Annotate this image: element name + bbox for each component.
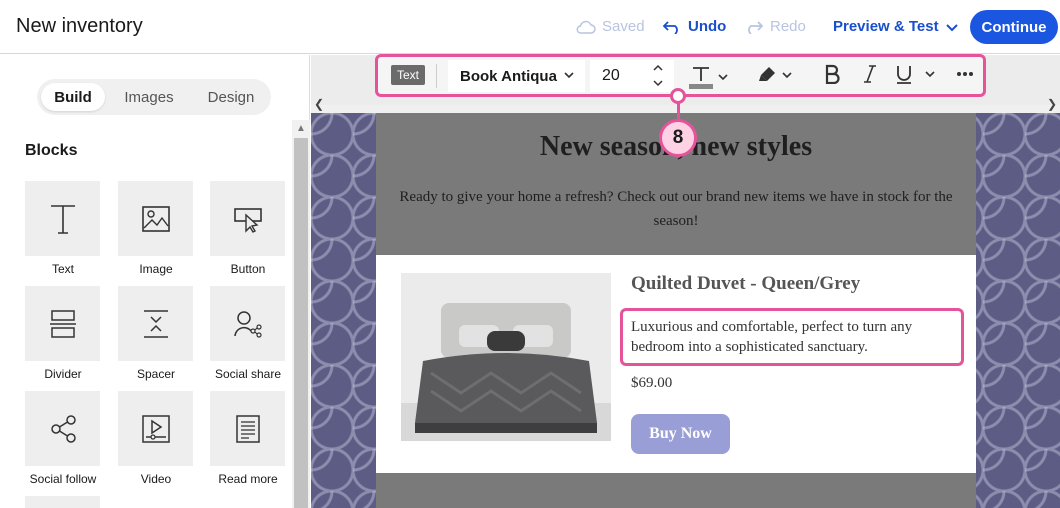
undo-label: Undo — [688, 18, 727, 35]
block-label: Read more — [218, 472, 278, 486]
block-button[interactable]: Button — [210, 181, 285, 276]
toolbar-divider — [436, 64, 437, 88]
stepper-arrows[interactable] — [652, 62, 664, 89]
chevron-down-icon — [564, 72, 574, 79]
redo-button[interactable]: Redo — [744, 18, 806, 35]
chevron-down-icon[interactable] — [652, 77, 664, 89]
video-icon — [141, 414, 170, 443]
more-icon — [957, 72, 973, 76]
text-icon — [50, 204, 75, 234]
undo-icon — [662, 20, 678, 34]
font-family-value: Book Antiqua — [460, 67, 557, 85]
scroll-left-icon[interactable]: ❮ — [314, 97, 324, 111]
redo-label: Redo — [770, 18, 806, 35]
highlighter-icon — [759, 67, 775, 81]
text-color-button[interactable] — [688, 64, 730, 90]
bed-photo-icon — [401, 273, 611, 441]
block-partial[interactable] — [25, 496, 100, 508]
product-name[interactable]: Quilted Duvet - Queen/Grey — [631, 273, 860, 295]
tab-images[interactable]: Images — [115, 83, 183, 111]
block-social-share-tile — [210, 286, 285, 361]
social-follow-icon — [50, 414, 76, 443]
block-read-more-tile — [210, 391, 285, 466]
blocks-heading: Blocks — [25, 142, 78, 159]
font-size-value: 20 — [602, 67, 620, 84]
preview-label: Preview & Test — [833, 18, 939, 35]
chevron-up-icon[interactable] — [652, 62, 664, 74]
underline-icon — [897, 66, 911, 84]
block-social-follow[interactable]: Social follow — [25, 391, 100, 486]
underline-button[interactable] — [895, 64, 937, 84]
chevron-down-icon — [925, 71, 935, 78]
button-icon — [233, 207, 262, 233]
block-divider-tile — [25, 286, 100, 361]
chevron-down-icon — [945, 23, 958, 31]
bold-button[interactable] — [824, 64, 840, 84]
text-color-icon — [689, 67, 713, 89]
block-social-share[interactable]: Social share — [210, 286, 285, 381]
highlight-color-button[interactable] — [756, 64, 794, 86]
italic-icon — [864, 65, 876, 83]
chevron-down-icon — [782, 72, 792, 79]
callout-anchor-dot — [670, 88, 686, 104]
redo-icon — [748, 20, 764, 34]
italic-button[interactable] — [862, 64, 878, 84]
chevron-down-icon — [718, 74, 728, 81]
block-divider[interactable]: Divider — [25, 286, 100, 381]
email-intro[interactable]: Ready to give your home a refresh? Check… — [396, 185, 956, 233]
block-button-tile — [210, 181, 285, 256]
block-video[interactable]: Video — [118, 391, 193, 486]
product-image[interactable] — [401, 273, 611, 441]
spacer-icon — [143, 309, 168, 338]
product-description[interactable]: Luxurious and comfortable, perfect to tu… — [631, 317, 961, 357]
divider-icon — [49, 309, 76, 338]
sidebar-tabs: Build Images Design — [37, 79, 271, 115]
step-callout-badge: 8 — [659, 119, 697, 157]
block-text[interactable]: Text — [25, 181, 100, 276]
image-icon — [141, 205, 170, 232]
product-section[interactable]: Quilted Duvet - Queen/Grey Luxurious and… — [376, 255, 976, 473]
block-type-badge: Text — [391, 65, 426, 85]
scroll-right-icon[interactable]: ❯ — [1047, 97, 1057, 111]
app-header: New inventory Saved Undo Redo Preview & … — [0, 0, 1060, 54]
callout-connector — [677, 103, 680, 119]
more-options-button[interactable] — [956, 66, 974, 82]
read-more-icon — [235, 414, 260, 443]
block-video-tile — [118, 391, 193, 466]
block-spacer-tile — [118, 286, 193, 361]
sidebar-scrollbar[interactable]: ▲ — [292, 120, 310, 508]
preview-test-button[interactable]: Preview & Test — [833, 18, 959, 35]
block-image-tile — [118, 181, 193, 256]
block-read-more[interactable]: Read more — [210, 391, 285, 486]
page-title: New inventory — [16, 15, 143, 37]
block-label: Button — [230, 262, 266, 276]
block-spacer[interactable]: Spacer — [118, 286, 193, 381]
tab-build[interactable]: Build — [41, 83, 105, 111]
undo-button[interactable]: Undo — [662, 18, 726, 35]
block-image[interactable]: Image — [118, 181, 193, 276]
saved-status: Saved — [576, 18, 645, 35]
block-social-follow-tile — [25, 391, 100, 466]
scroll-up-arrow-icon[interactable]: ▲ — [296, 123, 306, 134]
tab-design[interactable]: Design — [197, 83, 265, 111]
cloud-icon — [576, 20, 596, 34]
block-text-tile — [25, 181, 100, 256]
block-label: Social share — [214, 367, 282, 381]
bold-icon — [825, 64, 840, 84]
font-family-select[interactable]: Book Antiqua — [448, 60, 585, 92]
scrollbar-thumb[interactable] — [294, 138, 308, 508]
font-size-stepper[interactable]: 20 — [590, 60, 674, 92]
sidebar: Build Images Design Blocks Text Image Bu… — [0, 55, 310, 508]
email-footer-section[interactable] — [376, 473, 976, 508]
buy-now-button[interactable]: Buy Now — [631, 414, 730, 454]
social-share-icon — [233, 310, 262, 338]
horizontal-scrollbar[interactable] — [311, 105, 1060, 113]
continue-button[interactable]: Continue — [970, 10, 1058, 44]
saved-label: Saved — [602, 18, 645, 35]
product-price[interactable]: $69.00 — [631, 375, 672, 392]
block-partial-tile — [25, 496, 100, 508]
